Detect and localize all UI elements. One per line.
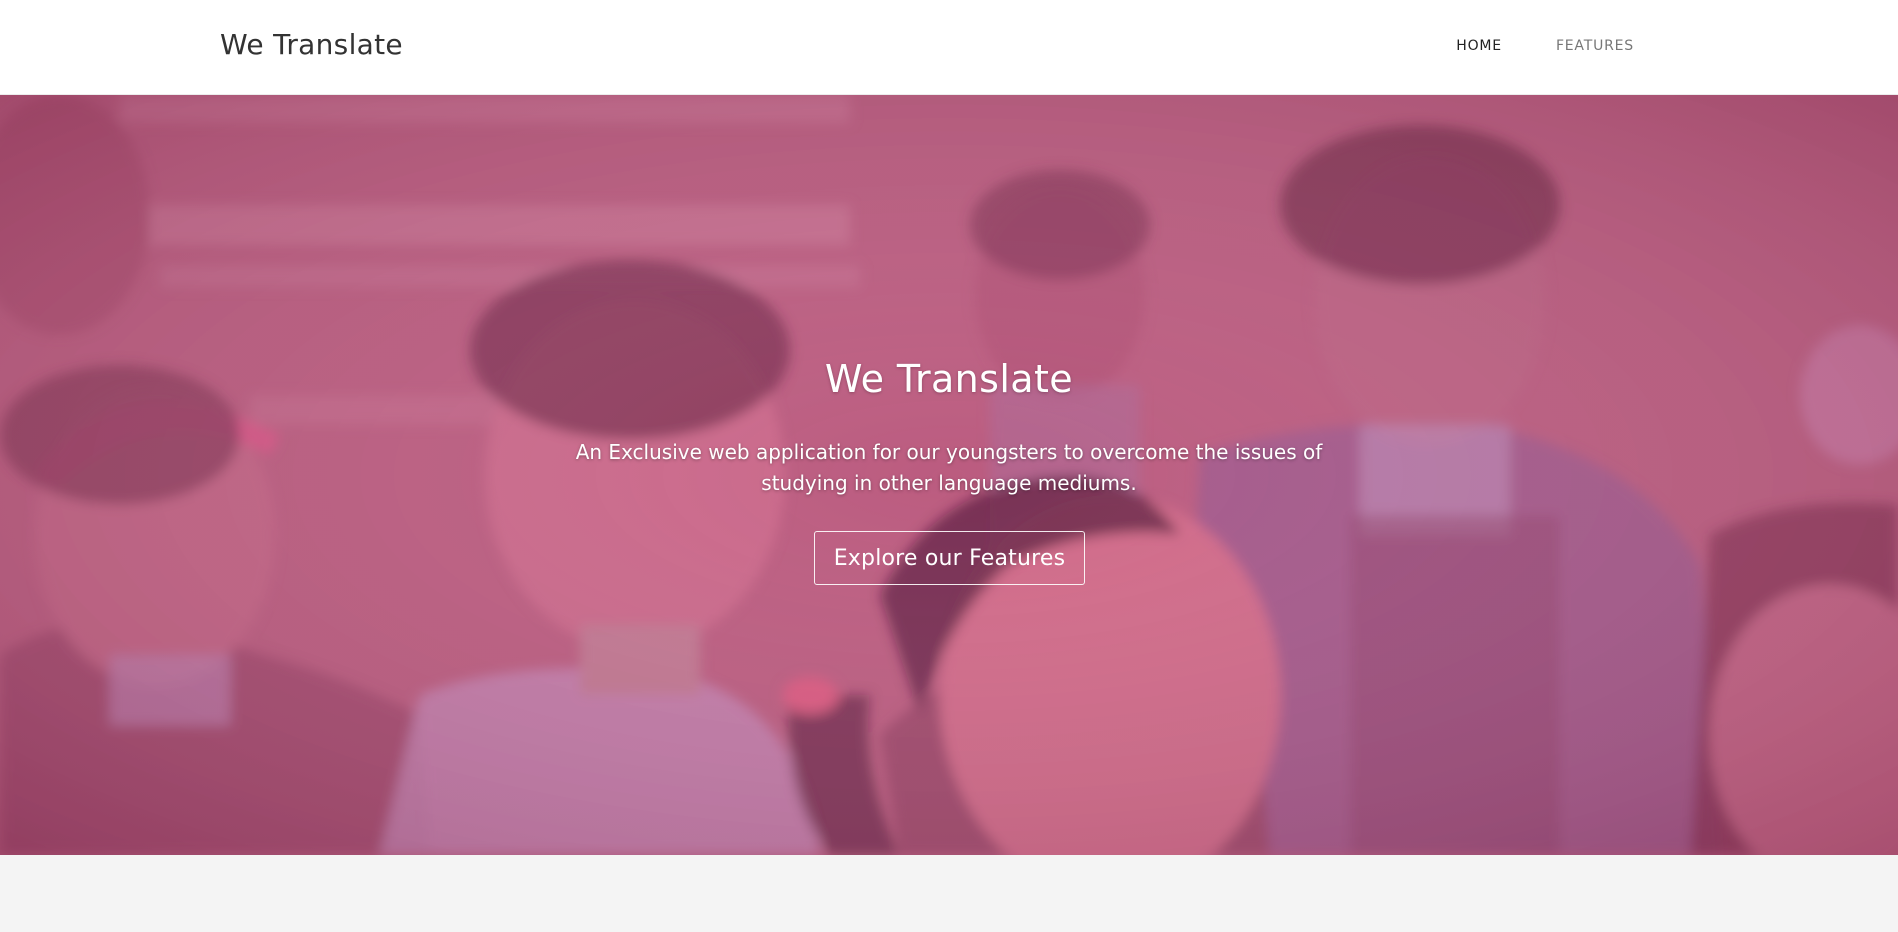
hero-subtitle: An Exclusive web application for our you… (575, 440, 1323, 495)
nav-link-home[interactable]: HOME (1456, 38, 1502, 54)
hero-title: We Translate (824, 357, 1074, 401)
hero-section: We Translate An Exclusive web applicatio… (0, 95, 1898, 855)
next-section (0, 855, 1898, 932)
nav-menu: HOME FEATURES (1456, 38, 1634, 54)
explore-features-button[interactable]: Explore our Features (814, 531, 1085, 585)
brand-logo-link[interactable]: We Translate (220, 28, 403, 61)
top-navbar: We Translate HOME FEATURES (0, 0, 1898, 95)
hero-content: We Translate An Exclusive web applicatio… (0, 95, 1898, 855)
nav-link-features[interactable]: FEATURES (1556, 38, 1634, 54)
